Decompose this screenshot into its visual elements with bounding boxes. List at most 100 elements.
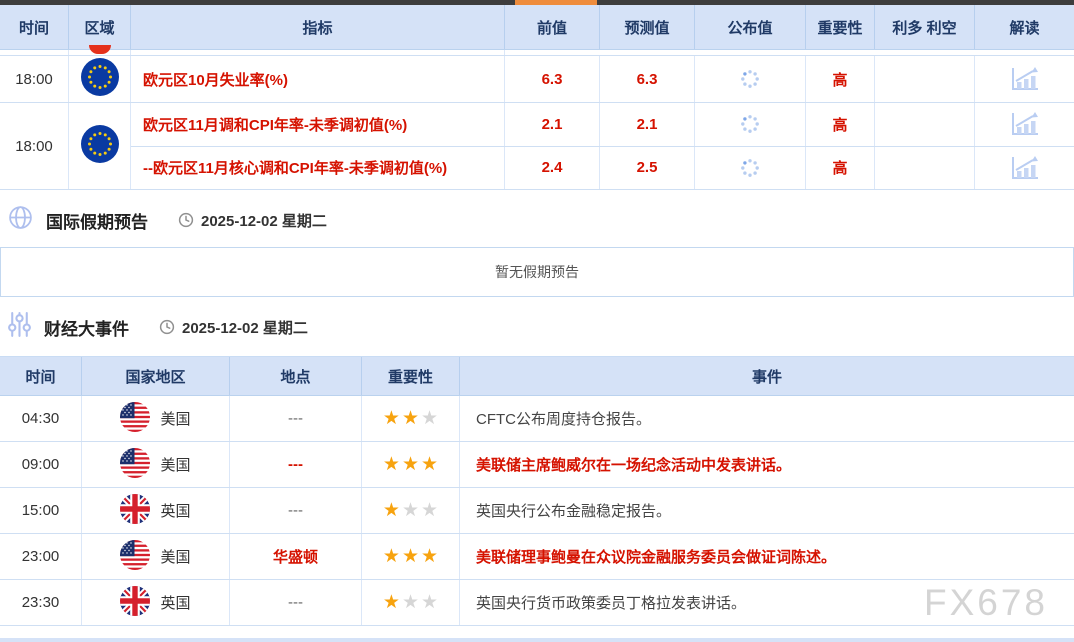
calendar-header-indicator: 指标	[131, 5, 505, 49]
importance-badge: 高	[806, 147, 875, 190]
holiday-clock-icon	[178, 212, 194, 228]
holiday-section-title: 国际假期预告	[46, 208, 148, 233]
bull-bear-cell	[875, 56, 975, 102]
event-row: 09:00美国---★★★美联储主席鲍威尔在一场纪念活动中发表讲话。	[0, 442, 1074, 488]
loading-spinner-icon	[740, 114, 760, 134]
event-time-cell: 15:00	[0, 488, 82, 533]
star-icon: ★	[383, 455, 400, 474]
importance-badge: 高	[806, 103, 875, 146]
event-location-cell: ---	[230, 396, 362, 441]
importance-badge: 高	[806, 56, 875, 102]
forecast-value: 2.5	[600, 147, 695, 190]
calendar-header-bull-bear: 利多 利空	[875, 5, 975, 49]
event-country-cell: 英国	[82, 488, 230, 533]
region-flag-eu-icon	[81, 58, 119, 100]
sliders-icon	[8, 311, 31, 343]
events-header-time: 时间	[0, 357, 82, 395]
fx678-calendar-page: 时间 区域 指标 前值 预测值 公布值 重要性 利多 利空 解读 18:00欧元…	[0, 0, 1074, 642]
indicator-cell: --欧元区11月核心调和CPI年率-未季调初值(%)	[131, 147, 505, 190]
star-icon: ★	[402, 593, 419, 612]
events-header-country: 国家地区	[82, 357, 230, 395]
country-label: 美国	[160, 408, 190, 429]
events-header-event: 事件	[460, 357, 1074, 395]
horizontal-scrollbar[interactable]	[0, 0, 1074, 5]
event-text: 美联储理事鲍曼在众议院金融服务委员会做证词陈述。	[460, 534, 1074, 579]
events-section-header: 财经大事件 2025-12-02 星期二	[0, 313, 1074, 341]
star-icon: ★	[421, 593, 438, 612]
loading-spinner-icon	[740, 158, 760, 178]
event-country-cell: 美国	[82, 534, 230, 579]
holiday-empty-box: 暂无假期预告	[0, 247, 1074, 297]
interpretation-cell	[975, 103, 1074, 146]
interpretation-cell	[975, 56, 1074, 102]
calendar-header-forecast: 预测值	[600, 5, 695, 49]
country-label: 英国	[160, 500, 190, 521]
calendar-time-cell: 18:00	[0, 56, 69, 102]
event-time-cell: 04:30	[0, 396, 82, 441]
star-icon: ★	[421, 409, 438, 428]
star-icon: ★	[383, 593, 400, 612]
bull-bear-cell	[875, 103, 975, 146]
calendar-region-cell	[69, 103, 131, 189]
events-section-title: 财经大事件	[44, 315, 129, 340]
holiday-section-header: 国际假期预告 2025-12-02 星期二	[0, 206, 1074, 234]
star-icon: ★	[421, 547, 438, 566]
event-country-cell: 英国	[82, 580, 230, 625]
event-importance-cell: ★★★	[362, 534, 460, 579]
calendar-header-region: 区域	[69, 5, 131, 49]
holiday-section-date: 2025-12-02 星期二	[201, 210, 327, 231]
event-location-cell: ---	[230, 442, 362, 487]
calendar-region-cell	[69, 56, 131, 102]
event-row: 04:30美国---★★★CFTC公布周度持仓报告。	[0, 396, 1074, 442]
interpretation-chart-icon[interactable]	[1010, 66, 1040, 92]
calendar-table: 时间 区域 指标 前值 预测值 公布值 重要性 利多 利空 解读 18:00欧元…	[0, 5, 1074, 190]
event-row: 15:00英国---★★★英国央行公布金融稳定报告。	[0, 488, 1074, 534]
bull-bear-cell	[875, 147, 975, 190]
interpretation-cell	[975, 147, 1074, 190]
indicator-link[interactable]: --欧元区11月核心调和CPI年率-未季调初值(%)	[143, 157, 447, 178]
country-flag-us-icon	[120, 448, 150, 482]
event-time-cell: 23:30	[0, 580, 82, 625]
event-time-cell: 09:00	[0, 442, 82, 487]
events-table: 时间 国家地区 地点 重要性 事件 04:30美国---★★★CFTC公布周度持…	[0, 356, 1074, 626]
event-location-cell: ---	[230, 580, 362, 625]
star-icon: ★	[402, 501, 419, 520]
event-time-cell: 23:00	[0, 534, 82, 579]
country-flag-uk-icon	[120, 586, 150, 620]
country-label: 美国	[160, 546, 190, 567]
event-location-cell: 华盛顿	[230, 534, 362, 579]
interpretation-chart-icon[interactable]	[1010, 155, 1040, 181]
event-text: 英国央行公布金融稳定报告。	[460, 488, 1074, 533]
next-section-strip	[0, 638, 1074, 642]
forecast-value: 2.1	[600, 103, 695, 146]
event-text: 美联储主席鲍威尔在一场纪念活动中发表讲话。	[460, 442, 1074, 487]
country-label: 美国	[160, 454, 190, 475]
calendar-sub-row: --欧元区11月核心调和CPI年率-未季调初值(%)2.42.5高	[131, 147, 1074, 190]
calendar-header-interpretation: 解读	[975, 5, 1074, 49]
event-row: 23:30英国---★★★英国央行货币政策委员丁格拉发表讲话。	[0, 580, 1074, 626]
indicator-link[interactable]: 欧元区10月失业率(%)	[143, 69, 288, 90]
event-importance-cell: ★★★	[362, 442, 460, 487]
star-icon: ★	[421, 501, 438, 520]
forecast-value: 6.3	[600, 56, 695, 102]
calendar-sub-row: 欧元区11月调和CPI年率-未季调初值(%)2.12.1高	[131, 103, 1074, 147]
calendar-row-group: 18:00欧元区11月调和CPI年率-未季调初值(%)2.12.1高--欧元区1…	[0, 103, 1074, 190]
calendar-header-importance: 重要性	[806, 5, 875, 49]
calendar-header-previous: 前值	[505, 5, 600, 49]
country-flag-us-icon	[120, 540, 150, 574]
clipped-flag-icon	[89, 45, 111, 54]
holiday-empty-text: 暂无假期预告	[495, 262, 579, 282]
event-importance-cell: ★★★	[362, 580, 460, 625]
globe-icon	[8, 205, 33, 235]
interpretation-chart-icon[interactable]	[1010, 111, 1040, 137]
fx678-watermark: FX678	[924, 582, 1048, 624]
indicator-link[interactable]: 欧元区11月调和CPI年率-未季调初值(%)	[143, 114, 407, 135]
loading-spinner-icon	[740, 69, 760, 89]
star-icon: ★	[383, 409, 400, 428]
star-icon: ★	[421, 455, 438, 474]
star-icon: ★	[402, 547, 419, 566]
events-section-date: 2025-12-02 星期二	[182, 317, 308, 338]
indicator-cell: 欧元区11月调和CPI年率-未季调初值(%)	[131, 103, 505, 146]
scrollbar-thumb[interactable]	[515, 0, 597, 5]
event-text: CFTC公布周度持仓报告。	[460, 396, 1074, 441]
